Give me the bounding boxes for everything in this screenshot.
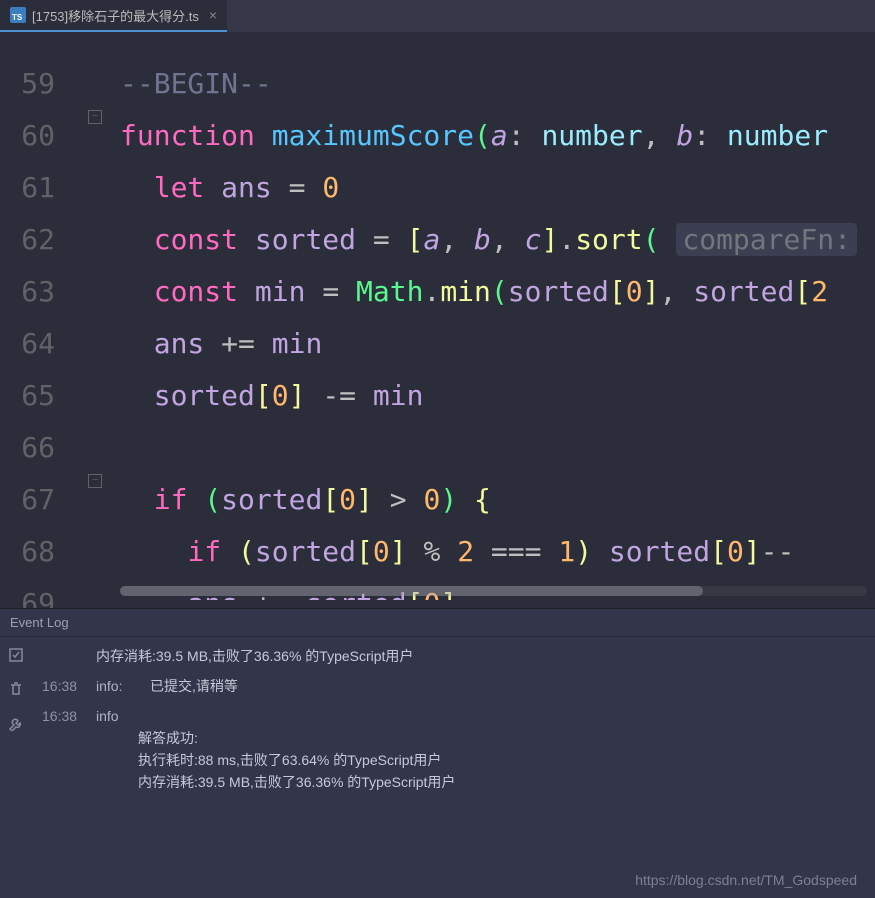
code-line[interactable]: ans += min <box>120 318 875 370</box>
file-tab[interactable]: TS [1753]移除石子的最大得分.ts × <box>0 0 227 32</box>
line-number: 59 <box>0 58 95 110</box>
code-line[interactable]: function maximumScore(a: number, b: numb… <box>120 110 875 162</box>
line-number: 66 <box>0 422 95 474</box>
checklist-icon[interactable] <box>8 647 24 663</box>
typescript-file-icon: TS <box>10 7 26 23</box>
log-entry: 16:38 info <box>42 705 865 727</box>
line-number: 67 <box>0 474 95 526</box>
line-number: 64 <box>0 318 95 370</box>
log-line: 执行耗时:88 ms,击败了63.64% 的TypeScript用户 <box>42 749 865 771</box>
code-area[interactable]: --BEGIN--function maximumScore(a: number… <box>95 32 875 600</box>
line-number-gutter: 596061626364656667686970 <box>0 32 95 600</box>
log-time: 16:38 <box>42 705 82 727</box>
log-entry: 16:38 info: 已提交,请稍等 <box>42 675 865 697</box>
trash-icon[interactable] <box>8 681 24 697</box>
log-extra-block: 解答成功:执行耗时:88 ms,击败了63.64% 的TypeScript用户内… <box>42 727 865 793</box>
code-line[interactable]: const min = Math.min(sorted[0], sorted[2 <box>120 266 875 318</box>
event-log-toolbar <box>0 637 32 896</box>
code-editor[interactable]: 596061626364656667686970 --BEGIN--functi… <box>0 32 875 600</box>
code-line[interactable]: sorted[0] -= min <box>120 370 875 422</box>
horizontal-scrollbar[interactable] <box>120 586 867 596</box>
code-line[interactable]: if (sorted[0] % 2 === 1) sorted[0]-- <box>120 526 875 578</box>
scrollbar-thumb[interactable] <box>120 586 703 596</box>
event-log-title: Event Log <box>0 609 875 637</box>
fold-marker[interactable]: − <box>88 474 102 488</box>
event-log-content[interactable]: 内存消耗:39.5 MB,击败了36.36% 的TypeScript用户 16:3… <box>32 637 875 896</box>
code-line[interactable] <box>120 422 875 474</box>
code-line[interactable]: if (sorted[0] > 0) { <box>120 474 875 526</box>
line-number: 63 <box>0 266 95 318</box>
watermark-text: https://blog.csdn.net/TM_Godspeed <box>635 872 857 888</box>
event-log-panel: Event Log 内存消耗:39.5 MB,击败了36.36% 的TypeSc… <box>0 608 875 898</box>
code-line[interactable]: --BEGIN-- <box>120 58 875 110</box>
wrench-icon[interactable] <box>8 715 24 731</box>
tab-bar: TS [1753]移除石子的最大得分.ts × <box>0 0 875 32</box>
log-message: 已提交,请稍等 <box>150 675 238 697</box>
tab-filename: [1753]移除石子的最大得分.ts <box>32 6 199 25</box>
code-line[interactable]: const sorted = [a, b, c].sort( compareFn… <box>120 214 875 266</box>
line-number: 60 <box>0 110 95 162</box>
log-line: 内存消耗:39.5 MB,击败了36.36% 的TypeScript用户 <box>42 771 865 793</box>
line-number: 61 <box>0 162 95 214</box>
log-line: 解答成功: <box>42 727 865 749</box>
line-number: 62 <box>0 214 95 266</box>
close-icon[interactable]: × <box>209 7 217 23</box>
log-category: info <box>96 705 136 727</box>
line-number: 65 <box>0 370 95 422</box>
fold-marker[interactable]: − <box>88 110 102 124</box>
code-line[interactable]: let ans = 0 <box>120 162 875 214</box>
log-time: 16:38 <box>42 675 82 697</box>
log-line: 内存消耗:39.5 MB,击败了36.36% 的TypeScript用户 <box>42 645 865 667</box>
log-category: info: <box>96 675 136 697</box>
line-number: 68 <box>0 526 95 578</box>
